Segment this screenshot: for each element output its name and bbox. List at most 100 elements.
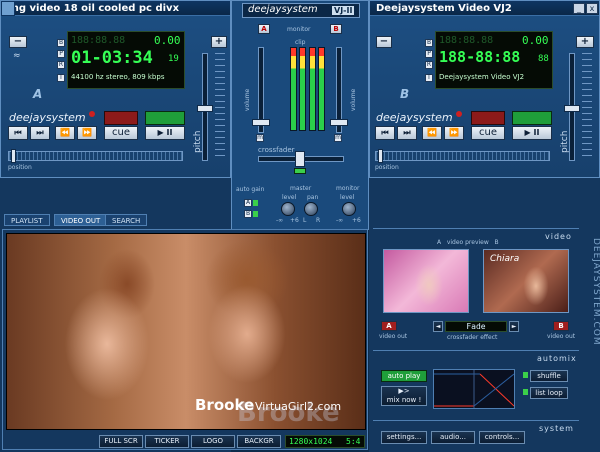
- effect-prev-button[interactable]: ◄: [433, 321, 443, 332]
- mixer-meter-a-right: [299, 47, 306, 131]
- deck-a-next-button[interactable]: ⏭: [30, 126, 50, 140]
- mixer-level-label: level: [282, 194, 297, 201]
- deck-a-side-button-b[interactable]: B: [57, 39, 65, 47]
- deck-a-play-button[interactable]: ▶ II: [145, 126, 185, 140]
- deck-a-time-ghost: 188:88.88: [71, 35, 126, 46]
- mixer-a-select-button[interactable]: A: [258, 24, 270, 34]
- deck-a-pitch-plus-button[interactable]: +: [211, 36, 227, 48]
- deck-a-prev-button[interactable]: ⏮: [8, 126, 28, 140]
- deck-a-position-slider[interactable]: [8, 151, 183, 161]
- deck-b-cue-button[interactable]: cue: [471, 126, 505, 140]
- side-brand-text: DEEJAYSYSTEM.COM: [591, 238, 600, 346]
- effect-next-button[interactable]: ►: [509, 321, 519, 332]
- deck-b-rewind-button[interactable]: ⏪: [422, 126, 442, 140]
- deck-b-next-button[interactable]: ⏭: [397, 126, 417, 140]
- deck-a-app-icon: [1, 1, 15, 16]
- video-out-a-button[interactable]: A: [381, 321, 397, 331]
- deck-b-pitch-handle[interactable]: [564, 105, 580, 112]
- video-section: video A video preview B Chiara A video o…: [373, 228, 579, 348]
- video-preview-a[interactable]: [383, 249, 469, 313]
- mixer-master-label: master: [290, 185, 312, 192]
- tab-video-out[interactable]: VIDEO OUT: [54, 214, 108, 226]
- deck-b-pitch-minus-button[interactable]: −: [376, 36, 392, 48]
- deck-b-position-handle[interactable]: [378, 149, 383, 163]
- deck-b-play-button[interactable]: ▶ II: [512, 126, 552, 140]
- mixer-pan-label: pan: [307, 194, 319, 201]
- full-screen-button[interactable]: FULL SCR: [99, 435, 143, 448]
- mixer-volume-a-label: volume: [244, 88, 251, 111]
- audio-button[interactable]: audio...: [431, 431, 475, 444]
- deck-a-cue-button[interactable]: cue: [104, 126, 138, 140]
- ticker-button[interactable]: TICKER: [145, 435, 189, 448]
- auto-play-button[interactable]: auto play: [381, 370, 427, 382]
- video-out-screen: Brooke Brooke VirtuaGirl2.com: [6, 233, 366, 430]
- deck-b-time-ghost: 188:88.88: [439, 35, 494, 46]
- system-title: system: [539, 424, 574, 433]
- deck-b-elapsed-time: 188-88:88: [439, 48, 521, 66]
- tab-playlist[interactable]: PLAYLIST: [4, 214, 50, 226]
- deck-a-pitch-handle[interactable]: [197, 105, 213, 112]
- logo-button[interactable]: LOGO: [191, 435, 235, 448]
- deck-a-display: 188:88.88 0.00 01-03:34 19 44100 hz ster…: [67, 31, 185, 89]
- deck-b-pitch-scale: [582, 53, 592, 161]
- mixer-monitor-b-button[interactable]: m: [334, 134, 342, 142]
- mixer-meter-b-left: [309, 47, 316, 131]
- mixer-volume-a-handle[interactable]: [252, 119, 270, 126]
- mixer-monitor-knob-label: monitor: [336, 185, 360, 192]
- deck-a-pitch-scale: [215, 53, 225, 161]
- mix-now-button[interactable]: ▶> mix now !: [381, 386, 427, 406]
- deck-a-rewind-button[interactable]: ⏪: [55, 126, 75, 140]
- deck-b-side-button-p[interactable]: P: [425, 50, 433, 58]
- deck-a-side-button-t[interactable]: T: [57, 74, 65, 82]
- deck-a-position-handle[interactable]: [11, 149, 16, 163]
- automix-curve-graph: [433, 369, 515, 409]
- shuffle-button[interactable]: shuffle: [530, 370, 568, 382]
- deck-b-letter: B: [400, 87, 410, 101]
- video-preview-label: A video preview B: [437, 239, 499, 246]
- video-overlay-name: Brooke: [195, 396, 255, 414]
- automix-title: automix: [537, 354, 577, 363]
- controls-button[interactable]: controls...: [479, 431, 525, 444]
- video-preview-b[interactable]: Chiara: [483, 249, 569, 313]
- deck-b-total-time: 0.00: [522, 34, 549, 47]
- deck-b-prev-button[interactable]: ⏮: [375, 126, 395, 140]
- deck-a-side-button-p[interactable]: P: [57, 50, 65, 58]
- settings-button[interactable]: settings...: [381, 431, 427, 444]
- video-out-b-button[interactable]: B: [553, 321, 569, 331]
- deck-b-play-led: [512, 111, 552, 125]
- deck-b-position-slider[interactable]: [375, 151, 550, 161]
- mixer-crossfader-handle[interactable]: [295, 151, 305, 167]
- deck-b-side-button-t[interactable]: T: [425, 74, 433, 82]
- deck-b-side-button-b[interactable]: B: [425, 39, 433, 47]
- close-button[interactable]: x: [586, 3, 598, 14]
- resolution-value: 1280x1024: [289, 437, 333, 446]
- deck-b-pitch-plus-button[interactable]: +: [576, 36, 594, 48]
- deck-a-side-button-r[interactable]: R: [57, 61, 65, 69]
- video-section-title: video: [545, 232, 572, 241]
- deck-a-forward-button[interactable]: ⏩: [77, 126, 97, 140]
- mixer-auto-gain-a-button[interactable]: A: [244, 199, 252, 207]
- resolution-display: 1280x1024 5:4: [285, 435, 365, 448]
- deck-b-side-button-r[interactable]: R: [425, 61, 433, 69]
- deck-a-cue-led: [104, 111, 138, 125]
- right-panel: video A video preview B Chiara A video o…: [369, 178, 600, 452]
- effect-display: Fade: [445, 321, 507, 332]
- deck-b-forward-button[interactable]: ⏩: [444, 126, 464, 140]
- deck-a-panel: thg video 18 oil cooled pc divx − + ≈ B …: [0, 0, 231, 178]
- deck-a-logo: deejaysystem: [9, 111, 86, 124]
- minimize-button[interactable]: _: [573, 3, 585, 14]
- mixer-monitor-a-button[interactable]: m: [256, 134, 264, 142]
- tab-search[interactable]: SEARCH: [105, 214, 148, 226]
- list-loop-led: [523, 389, 528, 395]
- mixer-volume-b-handle[interactable]: [330, 119, 348, 126]
- tab-bar: PLAYLIST VIDEO OUT SEARCH: [4, 214, 370, 228]
- mixer-b-select-button[interactable]: B: [330, 24, 342, 34]
- mixer-meter-a-left: [290, 47, 297, 131]
- background-button[interactable]: BACKGR: [237, 435, 281, 448]
- list-loop-button[interactable]: list loop: [530, 387, 568, 399]
- mixer-volume-b-label: volume: [350, 88, 357, 111]
- mixer-clip-label: clip: [295, 39, 306, 46]
- deck-a-pitch-minus-button[interactable]: −: [9, 36, 27, 48]
- shuffle-led: [523, 372, 528, 378]
- deck-a-position-label: position: [8, 164, 32, 171]
